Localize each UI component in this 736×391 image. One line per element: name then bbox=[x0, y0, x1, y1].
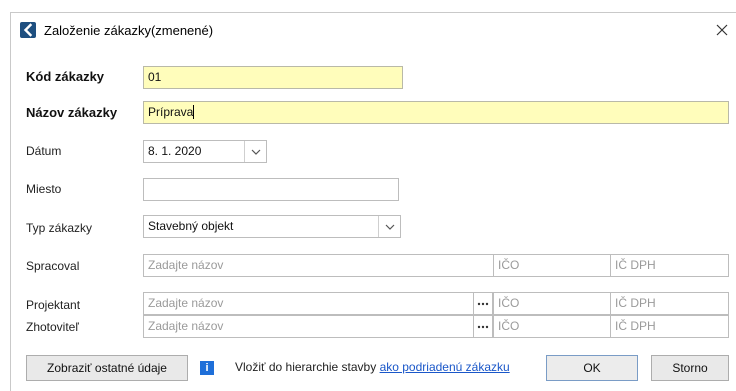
background-strip bbox=[0, 0, 736, 12]
chevron-down-icon bbox=[251, 149, 260, 155]
miesto-label: Miesto bbox=[26, 182, 62, 196]
spracoval-icdph-input[interactable]: IČ DPH bbox=[610, 254, 729, 277]
window-title: Založenie zákazky(zmenené) bbox=[44, 23, 214, 38]
kod-input[interactable]: 01 bbox=[143, 66, 403, 89]
typ-select[interactable]: Stavebný objekt bbox=[143, 215, 401, 238]
datum-value: 8. 1. 2020 bbox=[148, 144, 202, 158]
typ-label: Typ zákazky bbox=[26, 221, 93, 235]
ok-button[interactable]: OK bbox=[546, 355, 638, 381]
cancel-button[interactable]: Storno bbox=[651, 355, 729, 381]
chevron-left-icon bbox=[20, 22, 36, 38]
projektant-name-input[interactable]: Zadajte názov bbox=[143, 292, 474, 315]
show-more-button[interactable]: Zobraziť ostatné údaje bbox=[26, 355, 188, 381]
nazov-label: Názov zákazky bbox=[26, 105, 118, 120]
zhotovitel-browse-button[interactable] bbox=[473, 315, 493, 338]
projektant-icdph-placeholder: IČ DPH bbox=[615, 296, 656, 310]
zhotovitel-icdph-input[interactable]: IČ DPH bbox=[610, 315, 729, 338]
spracoval-name-input[interactable]: Zadajte názov bbox=[143, 254, 494, 277]
hierarchy-text-line: Vložiť do hierarchie stavby ako podriade… bbox=[235, 360, 510, 374]
projektant-browse-button[interactable] bbox=[473, 292, 493, 315]
datum-label: Dátum bbox=[26, 144, 62, 158]
projektant-ico-input[interactable]: IČO bbox=[493, 292, 611, 315]
chevron-down-icon bbox=[385, 224, 394, 230]
kod-label: Kód zákazky bbox=[26, 69, 105, 84]
zhotovitel-ico-placeholder: IČO bbox=[498, 319, 520, 333]
spracoval-icdph-placeholder: IČ DPH bbox=[615, 258, 656, 272]
zhotovitel-name-placeholder: Zadajte názov bbox=[148, 319, 224, 333]
hierarchy-link[interactable]: ako podriadenú zákazku bbox=[380, 360, 510, 374]
miesto-input[interactable] bbox=[143, 178, 399, 201]
text-cursor bbox=[193, 105, 195, 119]
typ-value: Stavebný objekt bbox=[148, 219, 234, 233]
zhotovitel-icdph-placeholder: IČ DPH bbox=[615, 319, 656, 333]
ellipsis-icon bbox=[477, 325, 489, 328]
spracoval-name-placeholder: Zadajte názov bbox=[148, 258, 224, 272]
projektant-ico-placeholder: IČO bbox=[498, 296, 520, 310]
info-icon[interactable]: i bbox=[200, 361, 214, 375]
spracoval-label: Spracoval bbox=[26, 259, 80, 273]
typ-dropdown-button[interactable] bbox=[378, 216, 400, 237]
projektant-name-placeholder: Zadajte názov bbox=[148, 296, 224, 310]
kod-value: 01 bbox=[148, 70, 162, 84]
hierarchy-text: Vložiť do hierarchie stavby bbox=[235, 360, 377, 374]
nazov-input[interactable]: Príprava bbox=[143, 101, 729, 124]
projektant-icdph-input[interactable]: IČ DPH bbox=[610, 292, 729, 315]
datum-dropdown-button[interactable] bbox=[244, 141, 266, 162]
projektant-label: Projektant bbox=[26, 298, 81, 312]
spracoval-ico-input[interactable]: IČO bbox=[493, 254, 611, 277]
spracoval-ico-placeholder: IČO bbox=[498, 258, 520, 272]
close-icon bbox=[716, 24, 728, 36]
dialog-window: Založenie zákazky(zmenené) Kód zákazky 0… bbox=[10, 12, 736, 391]
nazov-value: Príprava bbox=[148, 105, 194, 119]
datum-picker[interactable]: 8. 1. 2020 bbox=[143, 140, 267, 163]
title-bar: Založenie zákazky(zmenené) bbox=[11, 13, 736, 47]
zhotovitel-ico-input[interactable]: IČO bbox=[493, 315, 611, 338]
zhotovitel-label: Zhotoviteľ bbox=[26, 320, 79, 334]
close-button[interactable] bbox=[708, 13, 736, 47]
ellipsis-icon bbox=[477, 302, 489, 305]
zhotovitel-name-input[interactable]: Zadajte názov bbox=[143, 315, 474, 338]
